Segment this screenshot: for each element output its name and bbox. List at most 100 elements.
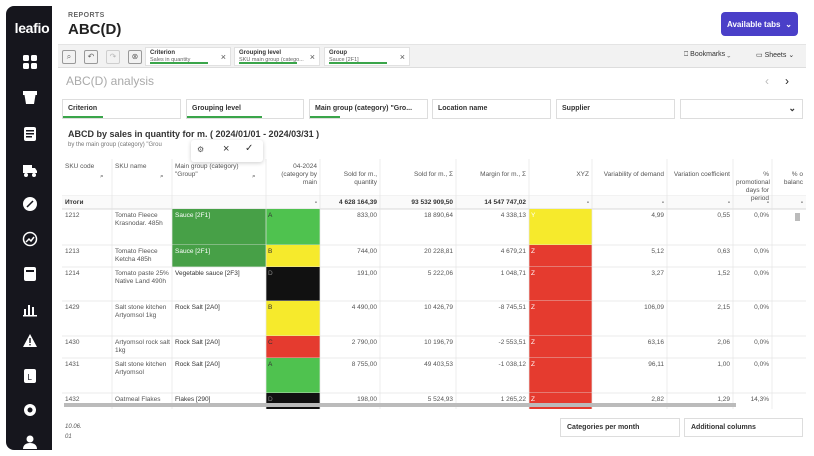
demand-variability: 2,82 <box>651 396 664 403</box>
section-label: REPORTS <box>68 12 105 19</box>
truck-icon[interactable] <box>22 162 38 178</box>
demand-variability: 4,99 <box>651 212 664 219</box>
filter-dropdown[interactable]: ⌄ <box>680 99 803 119</box>
lasso-icon[interactable]: ⚙ <box>197 145 204 154</box>
sold-sum: 5 222,06 <box>427 270 453 277</box>
sold-quantity: 833,00 <box>357 212 377 219</box>
document-icon[interactable]: L <box>22 368 38 384</box>
group-name: Sauce [2F1] <box>175 212 211 219</box>
cup-icon[interactable] <box>22 90 38 106</box>
sku-name: Tomato paste 25% Native Land 490h <box>115 270 169 285</box>
selection-chip-group[interactable]: Group Sauce [2F1] × <box>324 47 410 66</box>
step-back-icon[interactable]: ↶ <box>84 50 98 64</box>
step-forward-icon[interactable]: ↷ <box>106 50 120 64</box>
cancel-selection-icon[interactable]: × <box>223 143 229 155</box>
margin-sum: -8 745,51 <box>498 304 526 311</box>
chip-label: Grouping level <box>239 50 282 56</box>
grid-icon[interactable] <box>22 54 38 70</box>
app-logo[interactable]: leafio <box>12 20 52 36</box>
demand-variability: 5,12 <box>651 248 664 255</box>
available-tabs-button[interactable]: Available tabs ⌄ <box>721 12 798 36</box>
variation-coefficient: 1,52 <box>717 270 730 277</box>
sheets-button[interactable]: ▭ Sheets ⌄ <box>756 51 794 59</box>
sold-quantity: 198,00 <box>357 396 377 403</box>
search-icon[interactable]: ⌕ <box>100 173 104 181</box>
filter-criterion[interactable]: Criterion <box>62 99 181 119</box>
filter-indicator <box>63 116 103 118</box>
app-title: ABC(D) <box>68 21 122 38</box>
smart-search-icon[interactable]: ⌕ <box>62 50 76 64</box>
column-header: Sold for m., quantity <box>343 171 377 186</box>
abc-category: A <box>268 361 273 368</box>
sku-name: Tomato Fleece Krasnodar. 485h <box>115 212 163 227</box>
sku-code: 1212 <box>65 212 80 219</box>
categories-per-month-button[interactable]: Categories per month <box>560 418 680 437</box>
group-name: Sauce [2F1] <box>175 248 211 255</box>
promo-days: 0,0% <box>754 361 769 368</box>
selection-chip-criterion[interactable]: Criterion Sales in quantity × <box>145 47 231 66</box>
bookmarks-label: Bookmarks <box>690 51 726 58</box>
promo-days: 0,0% <box>754 339 769 346</box>
confirm-selection-icon[interactable]: ✓ <box>245 143 253 154</box>
xyz-value: Z <box>531 248 535 255</box>
sku-name: Artyomsol rock salt 1kg <box>115 339 170 354</box>
close-icon[interactable]: × <box>221 52 226 62</box>
filter-indicator <box>310 116 340 118</box>
selection-chip-grouping[interactable]: Grouping level SKU main group (catego...… <box>234 47 320 66</box>
filter-label: Main group (category) "Gro... <box>315 105 413 112</box>
filter-indicator <box>187 116 262 118</box>
sku-code: 1214 <box>65 270 80 277</box>
sold-sum: 5 524,93 <box>427 396 453 403</box>
close-icon[interactable]: × <box>310 52 315 62</box>
trend-icon[interactable] <box>22 231 38 247</box>
demand-variability: 106,09 <box>644 304 664 311</box>
totals-label: Итоги <box>65 199 84 206</box>
abc-category: A <box>268 212 273 219</box>
variation-coefficient: 1,29 <box>717 396 730 403</box>
gear-icon[interactable] <box>22 402 38 418</box>
additional-columns-button[interactable]: Additional columns <box>684 418 803 437</box>
prev-sheet-icon[interactable]: ‹ <box>765 74 769 88</box>
xyz-value: Z <box>531 361 535 368</box>
totals-value: 93 532 909,50 <box>411 199 453 206</box>
abc-category: B <box>268 248 273 255</box>
filter-label: Criterion <box>68 105 98 112</box>
bookmarks-button[interactable]: ⎕ Bookmarks ⌄ <box>684 51 730 59</box>
percent-icon[interactable] <box>22 196 38 212</box>
sku-code: 1213 <box>65 248 80 255</box>
xyz-value: Y <box>531 212 536 219</box>
sold-quantity: 8 755,00 <box>351 361 377 368</box>
demand-variability: 3,27 <box>651 270 664 277</box>
filter-supplier[interactable]: Supplier <box>556 99 675 119</box>
column-header: % promotional days for period <box>736 171 770 202</box>
sold-sum: 49 403,53 <box>424 361 453 368</box>
selections-bar: ⌕ ↶ ↷ ⊗ Criterion Sales in quantity × Gr… <box>58 44 806 68</box>
totals-value: - <box>661 199 664 206</box>
search-icon[interactable]: ⌕ <box>160 173 164 181</box>
variation-coefficient: 2,06 <box>717 339 730 346</box>
clear-selections-icon[interactable]: ⊗ <box>128 50 142 64</box>
group-name: Rock Salt [2A0] <box>175 339 220 346</box>
sku-code: 1432 <box>65 396 80 403</box>
sold-quantity: 2 790,00 <box>351 339 377 346</box>
filter-location-name[interactable]: Location name <box>432 99 551 119</box>
sku-name: Salt stone kitchen Artyomsol <box>115 361 167 376</box>
filter-label: Grouping level <box>192 105 242 112</box>
column-header: XYZ <box>576 171 589 178</box>
sold-sum: 10 196,79 <box>424 339 453 346</box>
sheet-title: ABC(D) analysis <box>66 74 155 88</box>
chart-icon[interactable] <box>22 301 38 317</box>
selection-popup: ⚙ × ✓ <box>191 140 263 162</box>
filter-grouping-level[interactable]: Grouping level <box>186 99 304 119</box>
flag-icon[interactable] <box>22 266 38 282</box>
svg-text:L: L <box>28 373 33 382</box>
search-icon[interactable]: ⌕ <box>252 173 256 181</box>
filter-label: Supplier <box>562 105 591 112</box>
user-icon[interactable] <box>22 434 38 450</box>
close-icon[interactable]: × <box>400 52 405 62</box>
list-icon[interactable] <box>22 126 38 142</box>
filter-main-group[interactable]: Main group (category) "Gro... <box>309 99 428 119</box>
next-sheet-icon[interactable]: › <box>785 74 789 88</box>
totals-value: - <box>766 199 769 206</box>
warning-icon[interactable] <box>22 333 38 349</box>
